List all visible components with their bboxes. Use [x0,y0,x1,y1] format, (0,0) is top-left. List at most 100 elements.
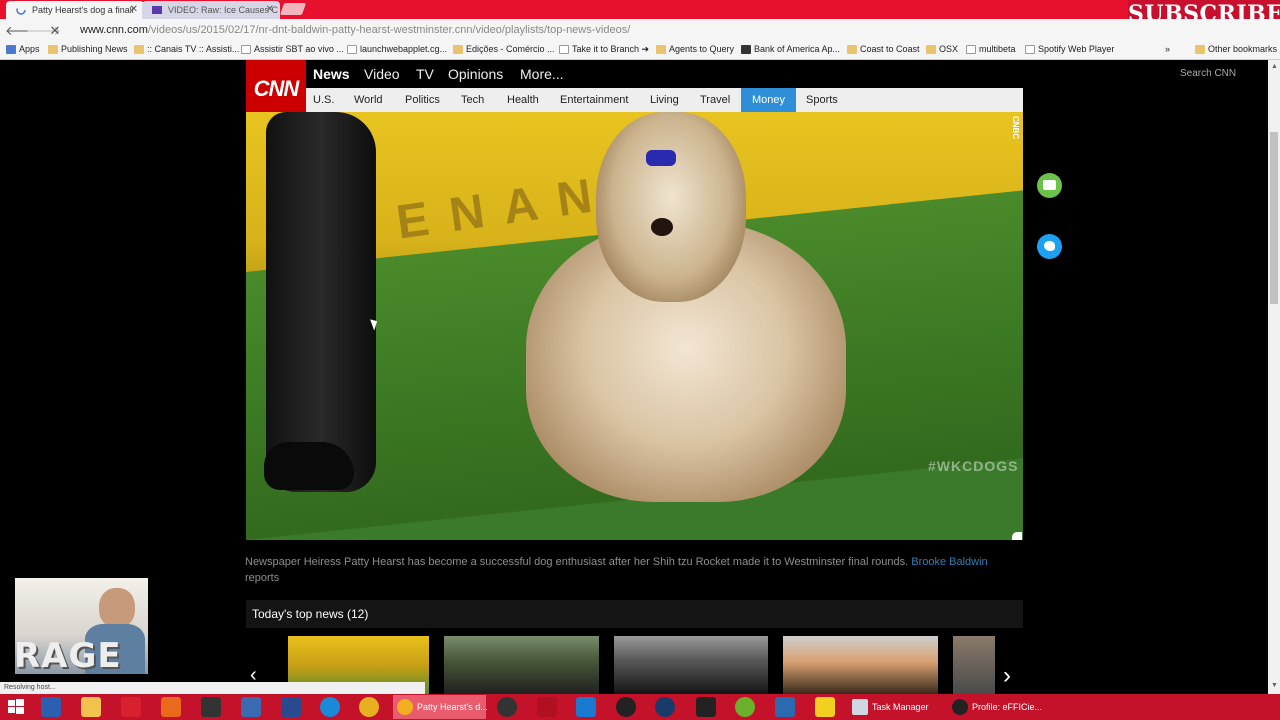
scroll-up-icon[interactable]: ▲ [1271,63,1278,70]
folder-icon [453,45,463,54]
close-icon[interactable]: ✕ [266,4,274,15]
bookmark-item[interactable]: Bank of America Ap... [741,44,840,54]
nav-tv[interactable]: TV [416,66,434,82]
taskbar-app-chrome[interactable]: Patty Hearst's d... [393,695,488,719]
twitter-icon [1044,241,1055,251]
nav-news[interactable]: News [313,66,350,82]
windows-start-icon[interactable] [6,697,26,717]
headphones-icon[interactable] [616,697,636,717]
address-bar[interactable]: www.cnn.com/videos/us/2015/02/17/nr-dnt-… [74,21,1124,40]
apps-grid-icon [6,45,16,54]
app-blue-icon[interactable] [576,697,596,717]
email-icon [1043,180,1056,190]
new-tab-button[interactable] [279,3,307,15]
close-icon[interactable]: ✕ [130,4,138,15]
nav-opinions[interactable]: Opinions [448,66,503,82]
section-entertainment[interactable]: Entertainment [554,88,634,112]
stop-icon[interactable]: ✕ [47,23,63,39]
screen: Patty Hearst's dog a finali ✕ VIDEO: Raw… [0,0,1280,720]
top-news-header: Today's top news (12) [246,600,1023,628]
bookmark-item[interactable]: Publishing News [48,44,128,54]
occt-icon[interactable] [161,697,181,717]
page-icon [241,45,251,54]
section-health[interactable]: Health [501,88,545,112]
flash-icon[interactable] [121,697,141,717]
news-thumbnail[interactable] [783,636,938,694]
bookmark-item[interactable]: :: Canais TV :: Assisti... [134,44,239,54]
author-link[interactable]: Brooke Baldwin [911,556,987,568]
section-tech[interactable]: Tech [455,88,490,112]
obs-icon[interactable] [696,697,716,717]
nav-more[interactable]: More... [520,66,564,82]
app-red-icon[interactable] [537,697,557,717]
section-money[interactable]: Money [741,88,797,112]
nav-video[interactable]: Video [364,66,400,82]
bookmark-item[interactable]: multibeta [966,44,1016,54]
bookmark-item[interactable]: Coast to Coast [847,44,920,54]
bookmark-other[interactable]: Other bookmarks [1195,44,1277,54]
caption-text: Newspaper Heiress Patty Hearst has becom… [245,556,912,568]
browser-toolbar: 🡐 🡒 ✕ www.cnn.com/videos/us/2015/02/17/n… [0,19,1280,42]
app-s-icon[interactable] [201,697,221,717]
taskbar-app-task-manager[interactable]: Task Manager [848,695,948,719]
task-manager-icon [852,699,868,715]
caption-suffix: reports [245,572,280,584]
web-page: CNN News Video TV Opinions More... Searc… [0,60,1268,694]
app-tools-icon[interactable] [775,697,795,717]
back-arrow-icon[interactable]: 🡐 [5,23,40,39]
video-dog [526,112,846,512]
bookmarks-overflow-button[interactable]: » [1165,44,1170,54]
carousel-next-icon[interactable]: › [1003,662,1011,690]
outlook-icon[interactable] [281,697,301,717]
chrome-icon[interactable] [359,697,379,717]
section-politics[interactable]: Politics [399,88,446,112]
tab-title: VIDEO: Raw: Ice Causes C [168,5,279,15]
page-icon [559,45,569,54]
folder-icon [134,45,144,54]
status-bar: Resolving host... [0,682,425,694]
video-handler-leg [266,112,376,492]
forward-arrow-icon[interactable]: 🡒 [26,23,61,39]
taskbar-app-profile[interactable]: Profile: eFFICie... [948,695,1043,719]
bookmark-item[interactable]: Assistir SBT ao vivo ... [241,44,344,54]
search-input[interactable]: Search CNN [1174,65,1268,83]
apps-icon[interactable] [41,697,61,717]
video-handler-shoe [264,442,354,490]
browser-tab-active[interactable]: Patty Hearst's dog a finali ✕ [6,1,144,19]
scroll-down-icon[interactable]: ▼ [1271,682,1278,689]
bookmark-item[interactable]: Agents to Query [656,44,734,54]
url-host: www.cnn.com [80,24,148,36]
section-us[interactable]: U.S. [307,88,340,112]
app-green-icon[interactable] [735,697,755,717]
steam-icon[interactable] [655,697,675,717]
network-icon[interactable] [241,697,261,717]
news-thumbnail[interactable] [953,636,995,694]
bookmark-item[interactable]: launchwebapplet.cg... [347,44,447,54]
bookmark-item[interactable]: Edições - Comércio ... [453,44,555,54]
section-world[interactable]: World [348,88,389,112]
page-scrollbar[interactable]: ▲ ▼ [1268,60,1280,694]
email-share-button[interactable] [1037,173,1062,198]
cnn-logo[interactable]: CNN [246,60,306,118]
section-travel[interactable]: Travel [694,88,736,112]
video-player[interactable]: E N A N CNBC #WKCDOGS [246,112,1023,540]
internet-explorer-icon[interactable] [320,697,340,717]
news-thumbnail[interactable] [444,636,599,694]
scrollbar-thumb[interactable] [1270,132,1278,304]
bookmark-item[interactable]: OSX [926,44,958,54]
profile-app-icon [952,699,968,715]
cnn-section-nav: U.S. World Politics Tech Health Entertai… [306,88,1023,112]
news-thumbnail[interactable] [614,636,768,694]
warning-app-icon[interactable] [815,697,835,717]
section-sports[interactable]: Sports [800,88,844,112]
bookmark-item[interactable]: Spotify Web Player [1025,44,1114,54]
bookmark-apps[interactable]: Apps [6,44,40,54]
video-corner [1012,532,1022,540]
twitter-share-button[interactable] [1037,234,1062,259]
page-icon [966,45,976,54]
eye-icon[interactable] [497,697,517,717]
file-explorer-icon[interactable] [81,697,101,717]
section-living[interactable]: Living [644,88,685,112]
browser-tab[interactable]: VIDEO: Raw: Ice Causes C ✕ [142,1,280,19]
bookmark-item[interactable]: Take it to Branch ➜ [559,44,649,55]
